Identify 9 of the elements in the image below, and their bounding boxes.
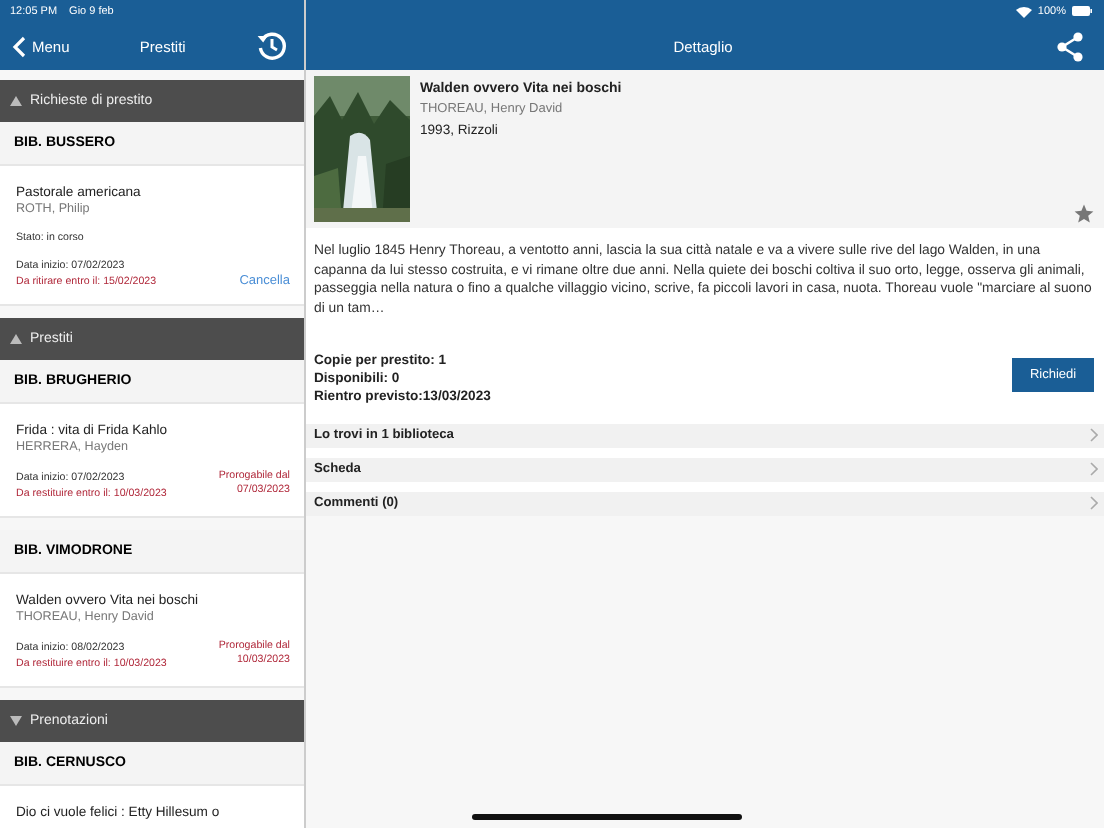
battery-icon [1072,6,1092,16]
history-icon[interactable] [256,30,288,62]
wifi-icon [1015,5,1032,17]
chevron-right-icon [1090,462,1098,477]
star-icon[interactable] [1074,204,1094,224]
chevron-right-icon [1090,428,1098,443]
share-icon[interactable] [1056,32,1084,62]
chevron-right-icon [1090,496,1098,511]
chevron-left-icon [12,35,26,57]
